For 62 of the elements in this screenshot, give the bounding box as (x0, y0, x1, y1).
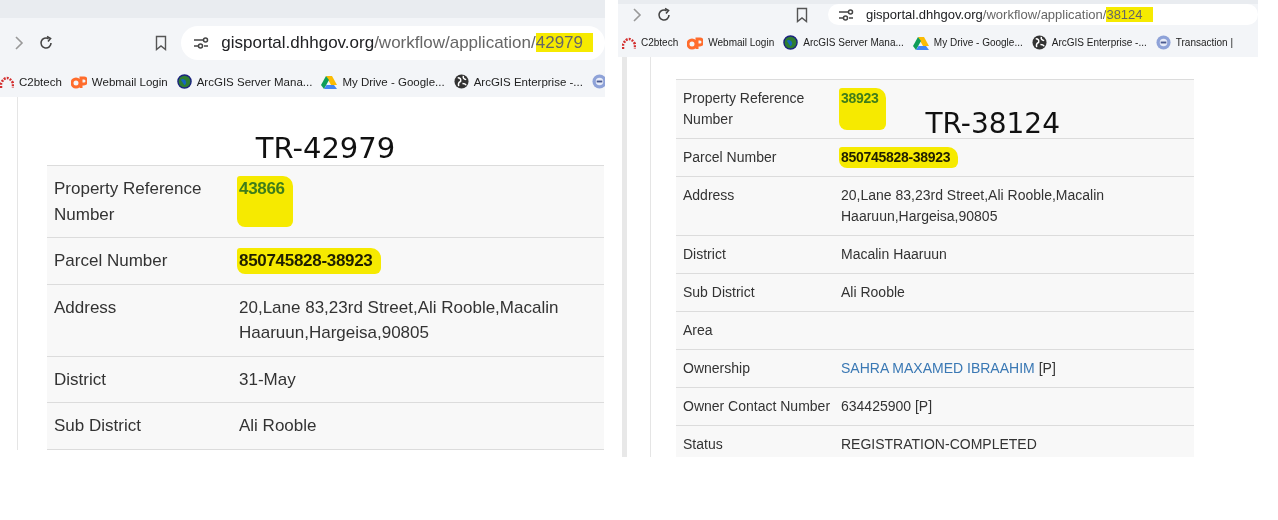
globe-icon (783, 35, 799, 50)
field-value: [P] (1038, 359, 1056, 378)
forward-icon[interactable] (14, 35, 24, 51)
site-settings-icon[interactable] (838, 7, 854, 22)
bookmark-link[interactable]: Transaction | (1175, 37, 1234, 48)
highlighted-text: 38124 (1106, 7, 1153, 22)
bookmark-link[interactable]: C2btech (641, 37, 679, 48)
field-label: Sub District (54, 415, 142, 437)
reload-icon[interactable] (656, 6, 672, 23)
bookmark-link[interactable]: Webmail Login (91, 75, 168, 88)
bookmark-link[interactable]: ArcGIS Server Mana... (196, 75, 313, 88)
value-link[interactable]: SAHRA MAXAMED IBRAAHIM (841, 358, 1035, 379)
bookmark-icon[interactable] (155, 35, 168, 51)
field-value: 31-May (239, 368, 296, 391)
field-label: Area (683, 321, 714, 340)
bookmark-link[interactable]: Webmail Login (708, 37, 775, 48)
field-label: Property Reference Number (683, 89, 806, 129)
bookmark-link[interactable]: ArcGIS Enterprise -... (473, 75, 583, 88)
highlighted-value: 850745828-38923 (237, 248, 381, 274)
field-value: Ali Rooble (239, 415, 317, 437)
field-label: Sub District (683, 283, 756, 302)
drive-icon (321, 74, 338, 89)
address-bar[interactable]: gisportal.dhhgov.org/workflow/application/38124 (828, 4, 1258, 25)
bookmark-link[interactable]: My Drive - Google... (933, 37, 1023, 48)
site-settings-icon[interactable] (193, 36, 210, 50)
arch-icon (0, 75, 14, 88)
bookmark-link[interactable]: ArcGIS Server Mana... (803, 37, 904, 48)
record-title: TR-42979 (254, 131, 397, 165)
field-value: Macalin Haaruun (841, 245, 947, 264)
seal-icon (1155, 35, 1171, 50)
field-value: 20,Lane 83,23rd Street,Ali Rooble,Macalin Haaruun,Hargeisa,90805 (841, 186, 1106, 226)
forward-icon[interactable] (632, 6, 642, 23)
bookmark-link[interactable]: My Drive - Google... (342, 75, 445, 88)
globe-icon (1031, 35, 1047, 50)
field-label: Property Reference Number (54, 178, 203, 226)
field-value: Ali Rooble (841, 283, 905, 302)
field-label: District (683, 245, 727, 264)
reload-icon[interactable] (38, 35, 54, 51)
field-label: Parcel Number (54, 250, 169, 272)
highlighted-value[interactable]: 38923 (839, 88, 887, 130)
field-label: Status (683, 435, 724, 454)
bookmark-icon[interactable] (796, 6, 808, 23)
drive-icon (912, 35, 929, 50)
globe-icon (453, 74, 469, 89)
cp-logo-icon (70, 74, 87, 89)
bookmark-link[interactable]: C2btech (19, 75, 62, 88)
field-value: 634425900 [P] (841, 397, 933, 416)
field-value: 20,Lane 83,23rd Street,Ali Rooble,Macalin Haaruun,Hargeisa,90805 (239, 296, 560, 344)
arch-icon (622, 36, 636, 49)
field-label: Address (54, 296, 118, 319)
field-label: Owner Contact Number (683, 397, 832, 416)
field-value: REGISTRATION-COMPLETED (841, 435, 1037, 454)
field-label: District (54, 368, 107, 391)
highlighted-value: 850745828-38923 (839, 147, 959, 168)
field-label: Address (683, 186, 736, 205)
field-label: Parcel Number (683, 148, 778, 167)
bookmark-link[interactable]: ArcGIS Enterprise -... (1051, 37, 1147, 48)
highlighted-value[interactable]: 43866 (237, 176, 293, 227)
globe-icon (176, 74, 192, 89)
cp-logo-icon (687, 35, 704, 50)
record-title: TR-38124 (925, 107, 1060, 140)
field-label: Ownership (683, 359, 751, 378)
